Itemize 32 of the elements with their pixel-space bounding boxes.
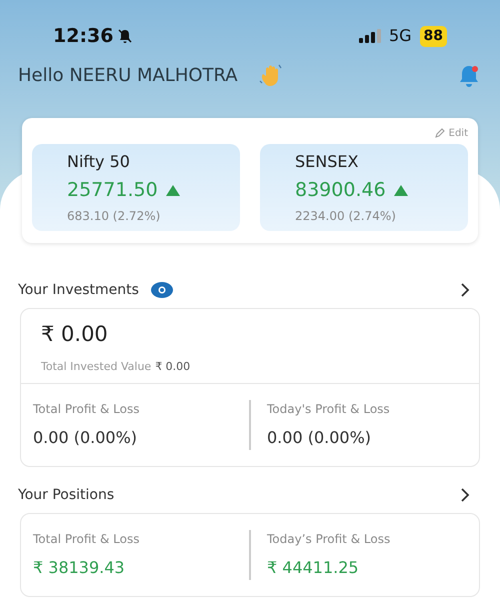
- index-tile[interactable]: SENSEX 83900.46 2234.00 (2.74%): [260, 144, 468, 230]
- stat-label: Today's Profit & Loss: [267, 401, 391, 418]
- battery-level: 88: [420, 26, 447, 46]
- pencil-icon: [434, 128, 445, 138]
- signal-icon: [358, 29, 381, 43]
- chevron-right-icon[interactable]: [460, 283, 470, 297]
- greeting: Hello NEERU MALHOTRA: [18, 64, 238, 88]
- index-name: Nifty 50: [67, 151, 131, 173]
- invested-label: Total Invested Value: [41, 358, 152, 374]
- section-title: Your Investments: [18, 280, 139, 300]
- stat-label: Total Profit & Loss: [33, 531, 140, 548]
- stat-value: 0.00 (0.00%): [33, 427, 138, 449]
- stat-value: ₹ 44411.25: [267, 557, 360, 579]
- muted-bell-icon: [117, 28, 134, 44]
- investment-amount: ₹ 0.00: [41, 321, 109, 348]
- stat-label: Total Profit & Loss: [33, 401, 140, 418]
- index-change: 2234.00 (2.74%): [295, 208, 397, 224]
- index-value: 25771.50: [67, 178, 158, 203]
- chevron-right-icon[interactable]: [460, 488, 470, 502]
- invested-value: ₹ 0.00: [155, 358, 190, 374]
- index-change: 683.10 (2.72%): [67, 208, 162, 224]
- eye-icon[interactable]: [150, 282, 173, 298]
- stat-label: Today’s Profit & Loss: [267, 531, 392, 548]
- status-time: 12:36: [53, 24, 114, 49]
- network-type: 5G: [388, 25, 412, 47]
- stat-value: 0.00 (0.00%): [267, 427, 372, 449]
- index-value: 83900.46: [295, 178, 386, 203]
- index-name: SENSEX: [295, 151, 360, 173]
- stat-value: ₹ 38139.43: [33, 557, 126, 579]
- waving-hand-icon: [258, 62, 284, 88]
- index-tile[interactable]: Nifty 50 25771.50 683.10 (2.72%): [32, 144, 240, 230]
- section-title: Your Positions: [18, 486, 114, 504]
